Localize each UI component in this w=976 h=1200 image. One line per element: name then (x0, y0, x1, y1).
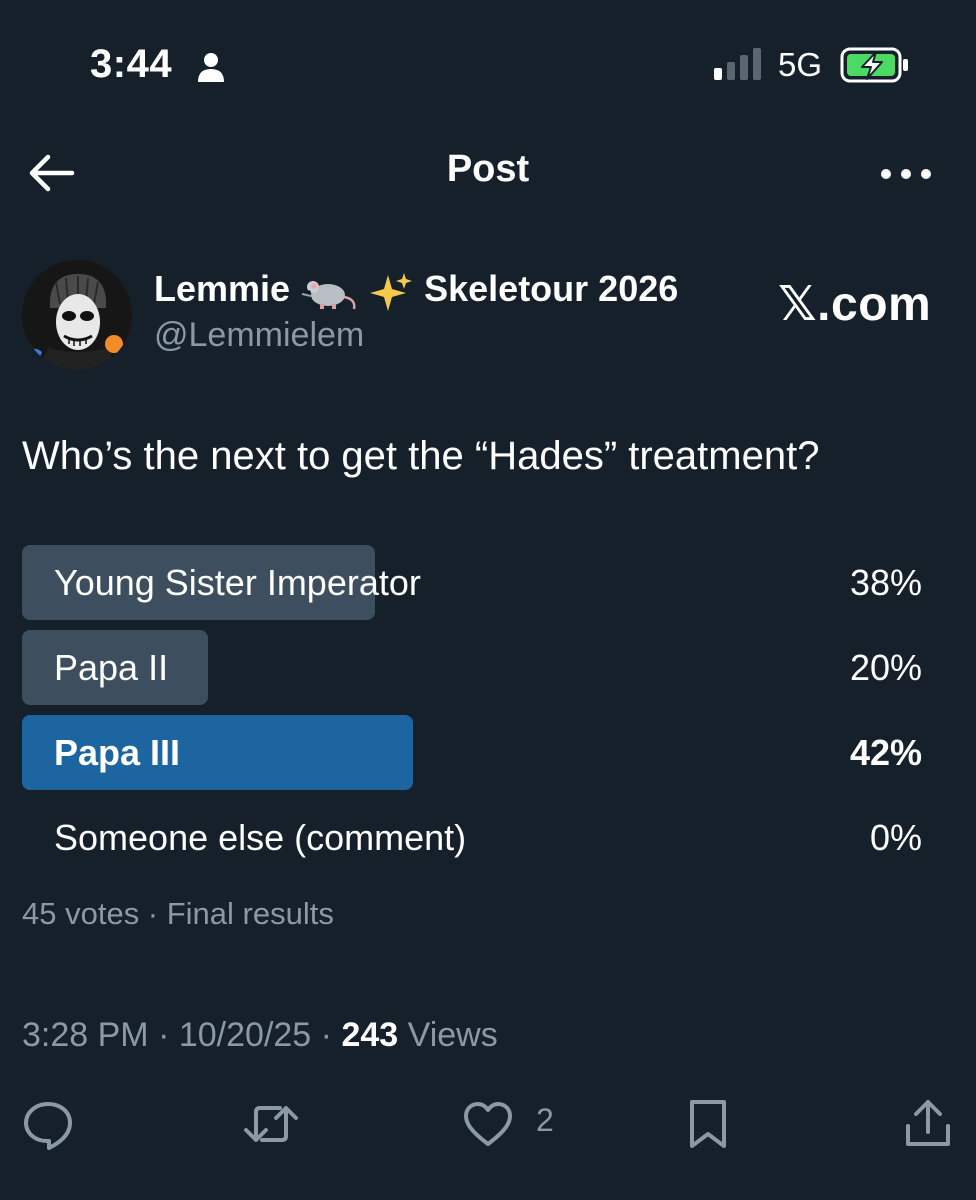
poll-option-label: Papa II (54, 647, 169, 688)
poll-option-label: Young Sister Imperator (54, 562, 421, 603)
meta-separator: · (158, 1016, 179, 1054)
more-options-icon[interactable] (876, 152, 936, 196)
reply-icon[interactable] (22, 1096, 74, 1152)
poll-option: Papa II 20% (22, 630, 922, 705)
poll-summary: 45 votes · Final results (22, 896, 334, 931)
poll-option-label: Someone else (comment) (54, 817, 467, 858)
avatar-image (22, 260, 132, 370)
post-time: 3:28 PM (22, 1016, 149, 1054)
person-icon (198, 53, 224, 82)
views-label: Views (407, 1016, 498, 1054)
author-handle[interactable]: @Lemmielem (154, 316, 364, 355)
views-count: 243 (341, 1016, 399, 1054)
post-metadata: 3:28 PM · 10/20/25 · 243 Views (22, 1016, 498, 1055)
poll-option-percent: 0% (869, 817, 922, 858)
status-time: 3:44 (90, 42, 173, 86)
x-com-watermark: 𝕏.com (778, 278, 932, 331)
sparkles-emoji-icon (370, 273, 413, 312)
meta-separator: · (320, 1016, 342, 1054)
cellular-signal-icon (714, 48, 761, 80)
poll-option-percent: 42% (849, 732, 922, 773)
bookmark-icon[interactable] (684, 1096, 732, 1152)
poll-option: Someone else (comment) 0% (22, 800, 922, 875)
display-name-text: Lemmie (154, 268, 291, 309)
status-bar: 3:44 5G (0, 0, 976, 130)
poll-option: Young Sister Imperator 38% (22, 545, 922, 620)
rat-emoji-icon (301, 281, 356, 310)
author-display-name[interactable]: Lemmie Skeletour 2026 (154, 268, 679, 312)
post-date: 10/20/25 (178, 1016, 312, 1054)
display-name-suffix: Skeletour 2026 (424, 268, 679, 309)
poll-option: Papa III 42% (22, 715, 922, 790)
share-icon[interactable] (902, 1096, 954, 1152)
avatar[interactable] (22, 260, 132, 370)
network-type-label: 5G (778, 46, 823, 83)
poll-option-percent: 38% (849, 562, 922, 603)
poll-option-label: Papa III (54, 732, 181, 773)
like-icon[interactable] (462, 1096, 514, 1152)
post-header: Post (0, 130, 976, 225)
poll-option-percent: 20% (849, 647, 922, 688)
post-text: Who’s the next to get the “Hades” treatm… (22, 434, 820, 478)
repost-icon[interactable] (242, 1096, 300, 1152)
like-count: 2 (536, 1102, 554, 1138)
battery-charging-icon (840, 47, 908, 83)
page-title: Post (446, 148, 530, 190)
